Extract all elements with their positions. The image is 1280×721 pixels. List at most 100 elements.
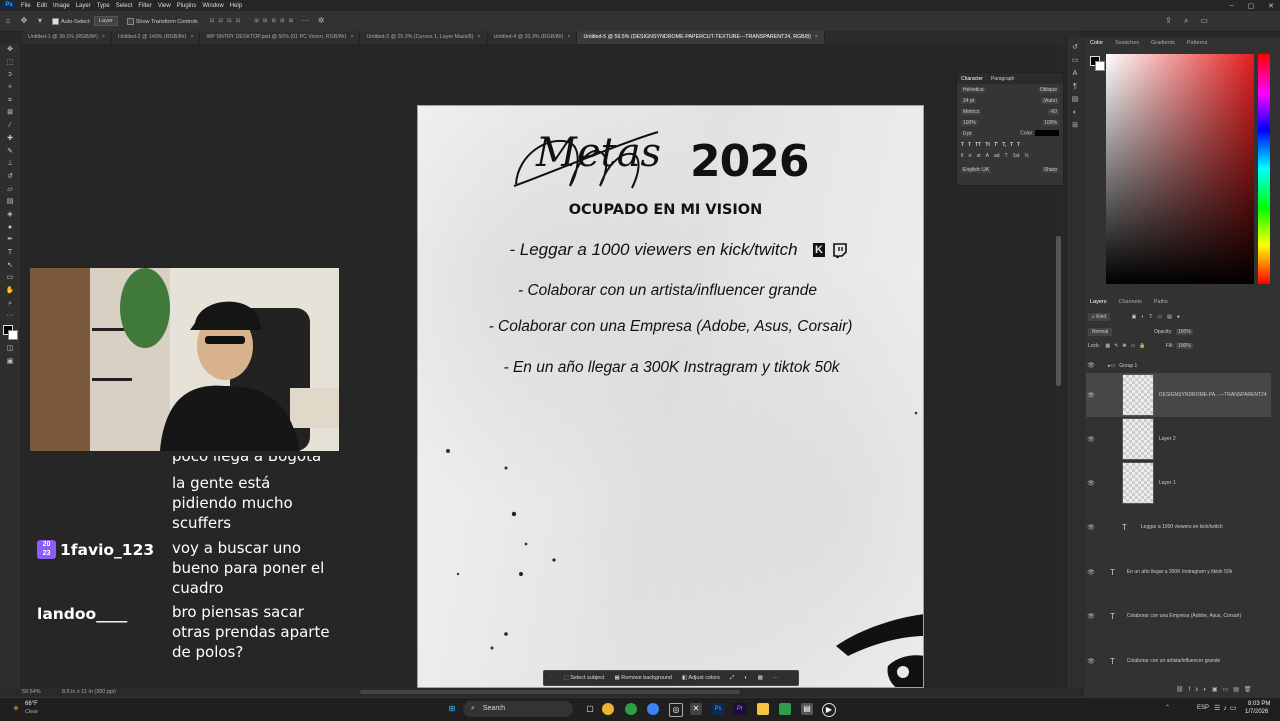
horizontal-scale-field[interactable]: 100% [1042,119,1059,126]
opacity-field[interactable]: 100% [1176,329,1193,335]
app-green-icon[interactable] [779,703,791,715]
menu-window[interactable]: Window [199,3,226,9]
screen-mode-icon[interactable]: ▣ [0,356,20,369]
file-explorer-icon[interactable] [757,703,769,715]
background-color-swatch[interactable] [1095,61,1105,71]
adjust-colors-button[interactable]: ◧ Adjust colors [682,675,720,681]
crop-tool-icon[interactable]: ⌗ [0,95,20,108]
app-gray-icon[interactable]: ▤ [801,703,813,715]
quick-mask-icon[interactable]: ◫ [0,343,20,356]
font-size-field[interactable]: 24 pt [961,97,977,104]
fill-field[interactable]: 100% [1176,343,1193,349]
close-icon[interactable]: × [350,34,353,40]
history-brush-icon[interactable]: ↺ [0,171,20,184]
align-icons[interactable]: ⊟⊟⊟⊟ [210,18,244,24]
tab-untitled-5[interactable]: Untitled-5 @ 59.5% (DESIGNSYNDROME-PAPER… [577,31,825,44]
close-icon[interactable]: × [477,34,480,40]
network-volume-battery-icons[interactable]: ☰♪▭ [1214,704,1239,712]
lasso-tool-icon[interactable]: ↄ [0,69,20,82]
adjustments-icon[interactable]: ◐ [1067,106,1083,119]
horizontal-scrollbar[interactable] [360,690,740,694]
tray-icons[interactable]: ⌃ [1165,704,1174,711]
visibility-eye-icon[interactable]: 👁 [1086,613,1096,620]
eyedropper-icon[interactable]: ⁄ [0,120,20,133]
input-language[interactable]: ESP [1197,705,1209,711]
properties-icon[interactable]: ⊞ [1067,119,1083,132]
chrome-icon[interactable] [602,703,614,715]
menu-type[interactable]: Type [94,3,113,9]
tab-swatches[interactable]: Swatches [1109,37,1145,49]
clock-date[interactable]: 1/7/2026 [1245,709,1268,715]
taskbar-search[interactable]: ⌕ Search [463,701,573,717]
adjustment-icon[interactable]: ▩ [758,675,763,681]
windows-start-icon[interactable]: ⊞ [446,703,458,715]
magic-wand-icon[interactable]: ✧ [0,82,20,95]
app-icon[interactable]: ◎ [669,703,683,717]
frame-tool-icon[interactable]: ⊠ [0,107,20,120]
brush-tool-icon[interactable]: ✎ [0,146,20,159]
visibility-eye-icon[interactable]: 👁 [1086,392,1096,399]
more-icon[interactable]: ··· [773,675,779,681]
pen-tool-icon[interactable]: ✒ [0,234,20,247]
close-icon[interactable]: × [190,34,193,40]
transform-icon[interactable]: ⤢ [730,675,734,682]
layer-row[interactable]: 👁 Layer 1 [1086,461,1271,505]
menu-image[interactable]: Image [50,3,73,9]
tab-patterns[interactable]: Patterns [1181,37,1213,49]
tab-channels[interactable]: Channels [1113,296,1148,308]
vertical-scale-field[interactable]: 100% [961,119,978,126]
menu-layer[interactable]: Layer [73,3,94,9]
shape-tool-icon[interactable]: ▭ [0,272,20,285]
auto-select-checkbox[interactable]: Auto-Select: [52,17,91,25]
language-select[interactable]: English: UK [961,166,992,173]
layer-row[interactable]: 👁 T Leggar a 1000 viewers en kick/twitch [1086,505,1271,549]
chrome-profile-icon[interactable] [625,703,637,715]
opentype-buttons[interactable]: fi ơ st Aad T 1st ½ [957,150,1063,161]
zoom-tool-icon[interactable]: ⌕ [0,298,20,311]
blend-mode-select[interactable]: Normal [1088,328,1113,336]
menu-file[interactable]: File [18,3,34,9]
layer-row[interactable]: 👁 T Colaborar con una Empresa (Adobe, As… [1086,594,1271,638]
tab-color[interactable]: Color [1084,37,1109,49]
tab-wp-sntry[interactable]: WP SNTRY DESKTOP.psd @ 50% (01 PC Vision… [200,31,361,44]
font-family-select[interactable]: Helvetica [961,86,986,93]
move-tool-icon[interactable]: ✥ [19,16,29,26]
visibility-eye-icon[interactable]: 👁 [1086,362,1096,369]
layer-row[interactable]: 👁 T En un año llegar a 300K Instragram y… [1086,550,1271,594]
tab-untitled-1[interactable]: Untitled-1 @ 39.1% (RGB/8#) × [22,31,112,44]
close-icon[interactable]: ✕ [1268,2,1274,10]
visibility-eye-icon[interactable]: 👁 [1086,436,1096,443]
tab-untitled-3[interactable]: Untitled-3 @ 25.3% (Curves 1, Layer Mask… [360,31,488,44]
layer-kind-select[interactable]: ⌕ Kind [1088,313,1111,321]
menu-filter[interactable]: Filter [135,3,154,9]
tab-untitled-2[interactable]: Untitled-2 @ 149% (RGB/8#) × [111,31,201,44]
chevron-down-icon[interactable]: ▾ [35,16,45,26]
tab-untitled-4[interactable]: Untitled-4 @ 33.3% (RGB/8#) × [487,31,578,44]
layer-row[interactable]: 👁 T Colaborar con un artista/influencer … [1086,639,1271,683]
visibility-eye-icon[interactable]: 👁 [1086,480,1096,487]
share-search-icons[interactable]: ⇪⌕▭ [1165,16,1220,26]
select-subject-button[interactable]: ⬚ Select subject [564,675,605,681]
mask-icon[interactable]: ◐ [744,675,747,681]
tab-gradients[interactable]: Gradients [1145,37,1181,49]
menu-plugins[interactable]: Plugins [174,3,200,9]
tab-character[interactable]: Character [961,76,983,82]
stamp-tool-icon[interactable]: ⊥ [0,158,20,171]
eraser-icon[interactable]: ▱ [0,184,20,197]
path-select-icon[interactable]: ↖ [0,260,20,273]
antialias-select[interactable]: Sharp [1041,166,1059,173]
home-icon[interactable]: ⌂ [3,16,13,26]
libraries-icon[interactable]: ▤ [1067,93,1083,106]
distribute-icons[interactable]: ⊞⊞⊞⊞⊞ [254,18,297,24]
visibility-eye-icon[interactable]: 👁 [1086,658,1096,665]
visibility-eye-icon[interactable]: 👁 [1086,524,1096,531]
layer-row-selected[interactable]: 👁 DESIGNSYNDROME-PA...---TRANSPARENT24 [1086,373,1271,417]
character-panel-icon[interactable]: A [1067,67,1083,80]
more-icon[interactable]: ··· [300,16,310,26]
color-picker-field[interactable] [1106,54,1254,284]
gear-icon[interactable]: ✲ [316,16,326,26]
move-tool-icon[interactable]: ✥ [0,44,20,57]
baseline-shift-field[interactable]: 0 pt [961,130,974,137]
tab-paths[interactable]: Paths [1148,296,1174,308]
obs-icon[interactable]: ▶ [822,703,836,717]
